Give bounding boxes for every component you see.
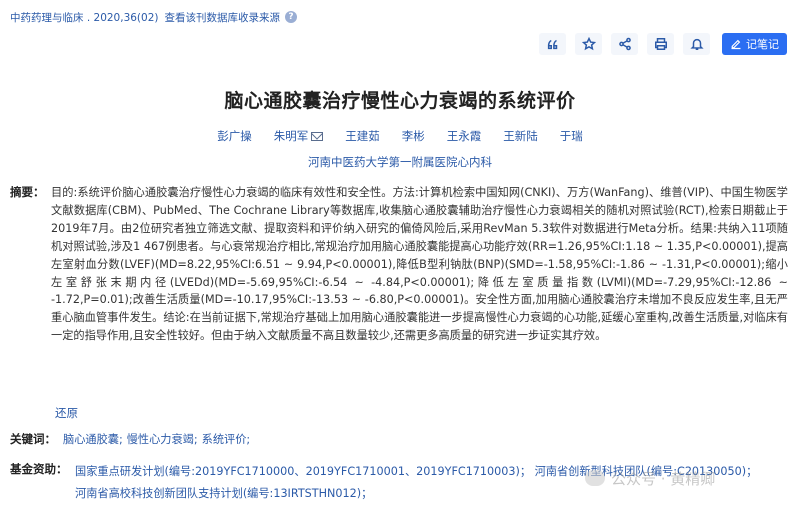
author-link[interactable]: 王新陆 (503, 128, 538, 144)
author-list: 彭广操 朱明军 王建茹 李彬 王永霞 王新陆 于瑞 (0, 128, 800, 144)
share-icon (618, 37, 631, 51)
author-link[interactable]: 李彬 (402, 128, 425, 144)
author-link[interactable]: 朱明军 (274, 128, 324, 144)
wechat-logo-icon (585, 470, 605, 486)
author-link[interactable]: 王建茹 (345, 128, 380, 144)
journal-link[interactable]: 中药药理与临床 . 2020,36(02) (10, 10, 159, 25)
watermark-text: 公众号 · 黄精卿 (611, 469, 716, 488)
restore-link[interactable]: 还原 (55, 405, 78, 421)
print-icon (654, 38, 667, 50)
print-button[interactable] (647, 33, 674, 55)
cite-button[interactable] (539, 33, 566, 55)
take-note-label: 记笔记 (746, 38, 779, 51)
mail-icon[interactable] (311, 131, 324, 141)
subscribe-button[interactable] (683, 33, 710, 55)
journal-bar: 中药药理与临床 . 2020,36(02) 查看该刊数据库收录来源 ? (10, 8, 297, 26)
affiliation-link[interactable]: 河南中医药大学第一附属医院心内科 (0, 154, 800, 170)
watermark: 公众号 · 黄精卿 (585, 466, 790, 490)
bell-icon (689, 38, 704, 50)
abstract-label: 摘要： (10, 185, 45, 199)
author-link[interactable]: 王永霞 (447, 128, 482, 144)
article-toolbar: 记笔记 (539, 33, 787, 55)
keyword-link[interactable]: 系统评价; (202, 431, 251, 447)
author-link[interactable]: 彭广操 (217, 128, 252, 144)
keyword-list: 脑心通胶囊; 慢性心力衰竭; 系统评价; (63, 431, 250, 447)
take-note-button[interactable]: 记笔记 (722, 33, 787, 55)
favorite-button[interactable] (575, 33, 602, 55)
keyword-link[interactable]: 慢性心力衰竭; (127, 431, 198, 447)
database-source-link[interactable]: 查看该刊数据库收录来源 (165, 10, 281, 25)
help-icon[interactable]: ? (285, 11, 297, 23)
funding-label: 基金资助： (10, 462, 68, 476)
keywords-label: 关键词： (10, 432, 56, 446)
abstract-text: 目的:系统评价脑心通胶囊治疗慢性心力衰竭的临床有效性和安全性。方法:计算机检索中… (51, 186, 788, 343)
edit-icon (731, 39, 741, 50)
quote-icon (547, 39, 557, 50)
author-link[interactable]: 于瑞 (560, 128, 583, 144)
share-button[interactable] (611, 33, 638, 55)
keyword-link[interactable]: 脑心通胶囊; (63, 431, 123, 447)
article-title: 脑心通胶囊治疗慢性心力衰竭的系统评价 (224, 90, 576, 112)
star-icon (581, 37, 596, 51)
